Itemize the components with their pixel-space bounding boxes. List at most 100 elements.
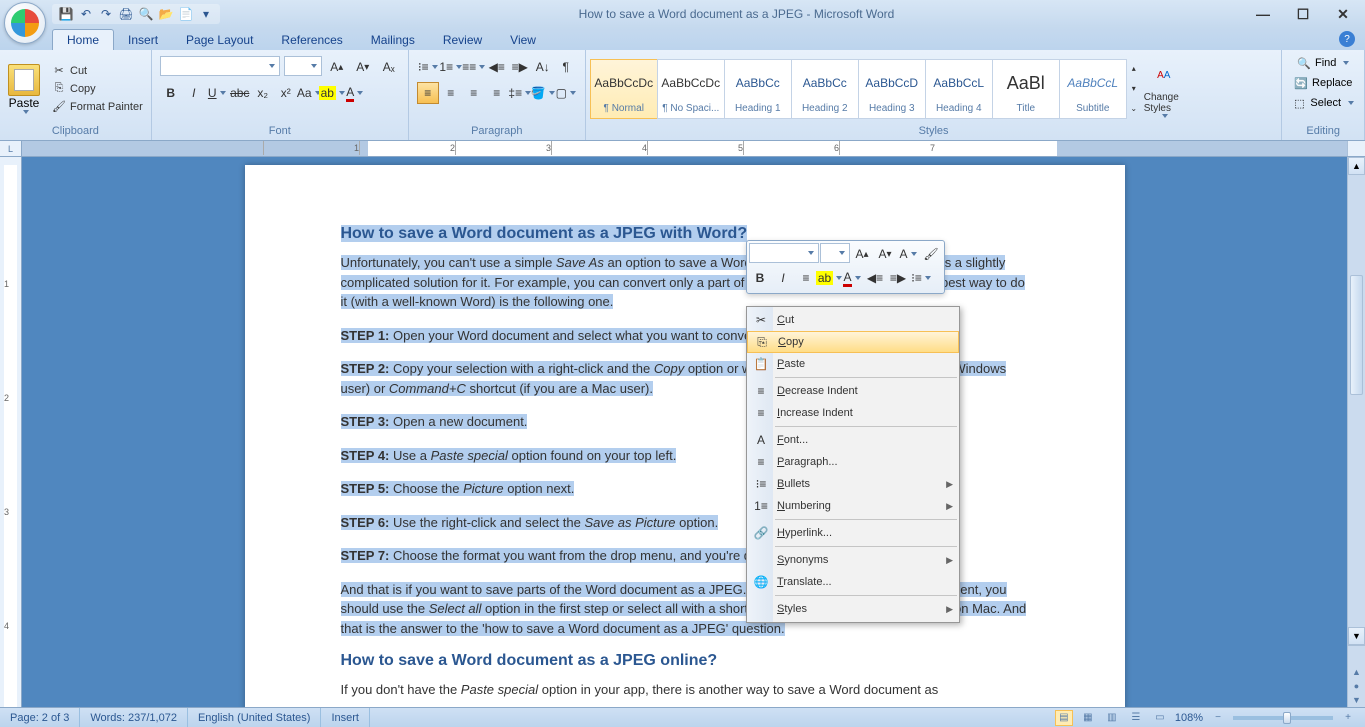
chevron-down-icon[interactable] — [339, 91, 345, 95]
numbering-button[interactable]: 1≡ — [440, 56, 462, 78]
zoom-slider[interactable] — [1233, 716, 1333, 720]
tab-insert[interactable]: Insert — [114, 30, 172, 50]
copy-button[interactable]: ⎘Copy — [48, 81, 147, 97]
mini-font-color[interactable]: A — [841, 267, 863, 289]
tab-review[interactable]: Review — [429, 30, 496, 50]
new-icon[interactable]: 📄 — [178, 6, 194, 22]
align-center-button[interactable]: ≡ — [440, 82, 462, 104]
line-spacing-button[interactable]: ‡≡ — [509, 82, 531, 104]
tab-mailings[interactable]: Mailings — [357, 30, 429, 50]
styles-row-up[interactable]: ▴ — [1126, 59, 1142, 79]
redo-icon[interactable]: ↷ — [98, 6, 114, 22]
print-preview-icon[interactable]: 🔍 — [138, 6, 154, 22]
chevron-down-icon[interactable] — [1348, 101, 1354, 105]
find-button[interactable]: 🔍Find — [1293, 54, 1353, 72]
tab-references[interactable]: References — [267, 30, 356, 50]
open-icon[interactable]: 📂 — [158, 6, 174, 22]
highlight-button[interactable]: ab — [321, 82, 343, 104]
scroll-up-button[interactable]: ▲ — [1348, 157, 1365, 175]
change-styles-button[interactable]: AAChange Styles — [1142, 58, 1186, 120]
draft-view[interactable]: ▭ — [1151, 710, 1169, 726]
style-item-heading-3[interactable]: AaBbCcDHeading 3 — [858, 59, 926, 119]
context-menu-styles[interactable]: Styles▶ — [747, 598, 959, 620]
context-menu-bullets[interactable]: ⁝≡Bullets▶ — [747, 473, 959, 495]
context-menu-cut[interactable]: ✂Cut — [747, 309, 959, 331]
prev-page-button[interactable]: ▲ — [1348, 665, 1365, 679]
decrease-indent-button[interactable]: ◀≡ — [486, 56, 508, 78]
zoom-out-button[interactable]: − — [1209, 710, 1227, 726]
strikethrough-button[interactable]: abc — [229, 82, 251, 104]
chevron-down-icon[interactable] — [855, 276, 861, 280]
style-item-heading-4[interactable]: AaBbCcLHeading 4 — [925, 59, 993, 119]
shading-button[interactable]: 🪣 — [532, 82, 554, 104]
chevron-down-icon[interactable] — [1343, 61, 1349, 65]
browse-object-button[interactable]: ● — [1348, 679, 1365, 693]
context-menu-synonyms[interactable]: Synonyms▶ — [747, 549, 959, 571]
clear-formatting-button[interactable]: Aₓ — [378, 56, 400, 78]
mini-font-combo[interactable] — [749, 243, 819, 263]
justify-button[interactable]: ≡ — [486, 82, 508, 104]
status-words[interactable]: Words: 237/1,072 — [80, 708, 188, 727]
save-icon[interactable]: 💾 — [58, 6, 74, 22]
maximize-button[interactable]: ☐ — [1293, 4, 1313, 24]
subscript-button[interactable]: x₂ — [252, 82, 274, 104]
web-layout-view[interactable]: ▥ — [1103, 710, 1121, 726]
document-scroll[interactable]: How to save a Word document as a JPEG wi… — [22, 157, 1347, 707]
chevron-down-icon[interactable] — [220, 91, 226, 95]
qat-dropdown-icon[interactable]: ▾ — [198, 6, 214, 22]
context-menu-paste[interactable]: 📋Paste — [747, 353, 959, 375]
font-color-button[interactable]: A — [344, 82, 366, 104]
mini-highlight[interactable]: ab — [818, 267, 840, 289]
close-button[interactable]: ✕ — [1333, 4, 1353, 24]
help-icon[interactable]: ? — [1339, 31, 1355, 47]
chevron-down-icon[interactable] — [925, 276, 931, 280]
styles-row-down[interactable]: ▾ — [1126, 79, 1142, 99]
ruler-toggle[interactable] — [1347, 141, 1365, 156]
status-language[interactable]: English (United States) — [188, 708, 322, 727]
sort-button[interactable]: A↓ — [532, 56, 554, 78]
mini-format-painter[interactable]: 🖌 — [920, 243, 942, 265]
context-menu-translate-[interactable]: 🌐Translate... — [747, 571, 959, 593]
print-icon[interactable]: 🖨 — [118, 6, 134, 22]
multilevel-button[interactable]: ≡≡ — [463, 56, 485, 78]
tab-selector[interactable]: L — [0, 141, 22, 156]
context-menu-decrease-indent[interactable]: ≡Decrease Indent — [747, 380, 959, 402]
style-item--normal[interactable]: AaBbCcDc¶ Normal — [590, 59, 658, 119]
next-page-button[interactable]: ▼ — [1348, 693, 1365, 707]
superscript-button[interactable]: x² — [275, 82, 297, 104]
context-menu-increase-indent[interactable]: ≡Increase Indent — [747, 402, 959, 424]
style-item-heading-1[interactable]: AaBbCcHeading 1 — [724, 59, 792, 119]
context-menu-numbering[interactable]: 1≡Numbering▶ — [747, 495, 959, 517]
context-menu-hyperlink-[interactable]: 🔗Hyperlink... — [747, 522, 959, 544]
mini-center[interactable]: ≡ — [795, 267, 817, 289]
bold-button[interactable]: B — [160, 82, 182, 104]
tab-view[interactable]: View — [496, 30, 550, 50]
increase-indent-button[interactable]: ≡▶ — [509, 56, 531, 78]
horizontal-ruler[interactable]: 1 2 3 4 5 6 7 — [22, 141, 1347, 156]
style-item--no-spaci-[interactable]: AaBbCcDc¶ No Spaci... — [657, 59, 725, 119]
undo-icon[interactable]: ↶ — [78, 6, 94, 22]
scroll-track[interactable] — [1348, 175, 1365, 627]
scroll-down-button[interactable]: ▼ — [1348, 627, 1365, 645]
format-painter-button[interactable]: 🖌Format Painter — [48, 99, 147, 115]
vertical-ruler[interactable]: 1 2 3 4 — [0, 157, 22, 707]
chevron-down-icon[interactable] — [479, 65, 485, 69]
grow-font-button[interactable]: A▴ — [326, 56, 348, 78]
scroll-thumb[interactable] — [1350, 275, 1363, 395]
outline-view[interactable]: ☰ — [1127, 710, 1145, 726]
office-button[interactable] — [4, 2, 46, 44]
change-case-button[interactable]: Aa — [298, 82, 320, 104]
bullets-button[interactable]: ⁝≡ — [417, 56, 439, 78]
styles-more[interactable]: ⌄ — [1126, 99, 1142, 119]
chevron-down-icon[interactable] — [911, 252, 917, 256]
mini-bold[interactable]: B — [749, 267, 771, 289]
mini-bullets[interactable]: ⁝≡ — [910, 267, 932, 289]
mini-styles[interactable]: A — [897, 243, 919, 265]
italic-button[interactable]: I — [183, 82, 205, 104]
minimize-button[interactable]: — — [1253, 4, 1273, 24]
context-menu-font-[interactable]: AFont... — [747, 429, 959, 451]
document-page[interactable]: How to save a Word document as a JPEG wi… — [245, 165, 1125, 707]
font-size-combo[interactable] — [284, 56, 322, 76]
select-button[interactable]: ⬚Select — [1288, 94, 1358, 112]
paste-button[interactable]: Paste — [4, 62, 44, 116]
